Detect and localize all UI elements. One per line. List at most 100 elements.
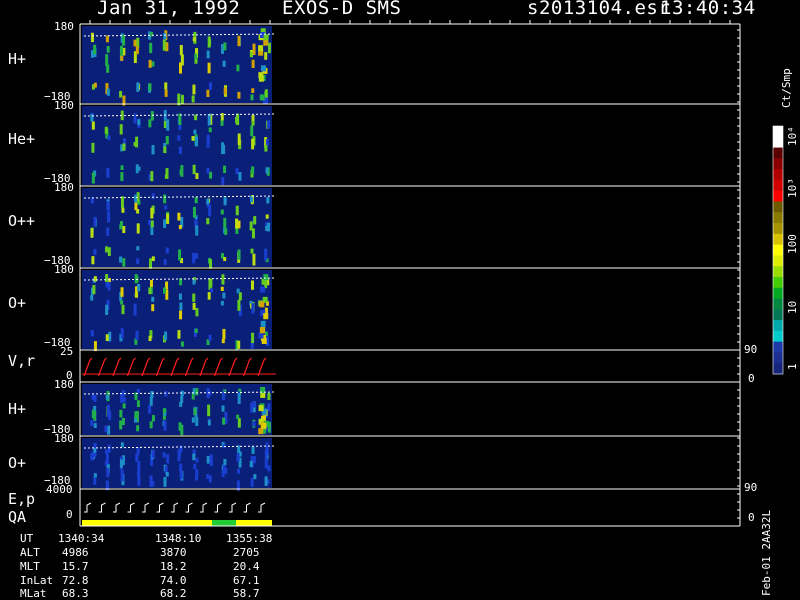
heatmap-cell: [180, 424, 184, 436]
colorbar-segment: [773, 169, 783, 181]
heatmap-cell: [165, 42, 169, 52]
heatmap-cell: [222, 328, 226, 340]
heatmap-cell: [263, 34, 269, 41]
heatmap-cell: [136, 447, 140, 456]
orbit-value: 74.0: [160, 574, 187, 587]
vr-trace-segment: [213, 357, 223, 377]
heatmap-cell: [119, 45, 123, 56]
heatmap-cell: [252, 253, 256, 266]
colorbar-segment: [773, 147, 783, 159]
heatmap-cell: [265, 225, 269, 232]
qa-label: QA: [8, 508, 27, 526]
heatmap-cell: [149, 42, 153, 54]
heatmap-cell: [164, 82, 168, 90]
heatmap-cell: [119, 420, 123, 430]
heatmap-cell: [253, 474, 257, 480]
heatmap-cell: [192, 279, 196, 285]
heatmap-cell: [135, 164, 139, 174]
heatmap-cell: [259, 301, 265, 308]
heatmap-cell: [164, 174, 168, 179]
colorbar-tick-1e3: 10³: [786, 178, 799, 198]
heatmap-cell: [107, 444, 111, 453]
heatmap-cell: [223, 196, 227, 206]
heatmap-cell: [90, 294, 94, 301]
heatmap-cell: [221, 142, 225, 155]
heatmap-cell: [148, 219, 152, 226]
heatmap-cell: [178, 293, 182, 300]
heatmap-cell: [194, 136, 198, 147]
heatmap-cell: [163, 420, 167, 431]
heatmap-cell: [148, 59, 152, 68]
heatmap-cell: [265, 139, 269, 146]
heatmap-cell: [209, 259, 213, 269]
heatmap-cell: [150, 220, 154, 228]
heatmap-cell: [208, 475, 212, 483]
heatmap-cell: [165, 247, 169, 254]
heatmap-cell: [195, 469, 199, 479]
ep-trace-segment: [243, 502, 251, 513]
heatmap-cell: [107, 135, 111, 141]
heatmap-cell: [237, 393, 241, 404]
colorbar-segment: [773, 244, 783, 256]
heatmap-cell: [263, 39, 269, 46]
heatmap-cell: [253, 216, 257, 225]
heatmap-cell: [251, 59, 255, 68]
vr-trace-segment: [184, 357, 194, 377]
heatmap-cell: [179, 310, 183, 320]
heatmap-cell: [122, 34, 126, 46]
heatmap-cell: [137, 284, 141, 292]
colorbar-segment: [773, 309, 783, 321]
heatmap-cell: [93, 473, 97, 478]
panel-label-h-plus-1: H+: [8, 50, 27, 68]
ep-trace-segment: [156, 502, 164, 513]
tick-o1-top: 180: [54, 263, 74, 276]
heatmap-cell: [107, 425, 111, 435]
ep-trace-segment: [258, 502, 266, 513]
orbit-row-name: ALT: [20, 546, 40, 559]
heatmap-cell: [220, 286, 224, 291]
heatmap-cell: [121, 417, 125, 426]
colorbar-segment: [773, 266, 783, 278]
vr-trace-segment: [126, 357, 136, 377]
heatmap-cell: [93, 276, 97, 282]
ep-trace-segment: [98, 502, 106, 513]
heatmap-cell: [122, 143, 126, 151]
color-bar: [772, 125, 784, 375]
heatmap-cell: [90, 114, 94, 122]
orbit-value: 68.3: [62, 587, 89, 600]
heatmap-cell: [149, 396, 153, 406]
heatmap-cell: [93, 423, 97, 428]
heatmap-cell: [193, 463, 197, 470]
footer-id: Feb-01 2AA32L: [760, 509, 773, 596]
heatmap-cell: [177, 330, 181, 339]
colorbar-tick-100: 100: [786, 234, 799, 254]
heatmap-cell: [164, 89, 168, 97]
heatmap-cell: [180, 94, 184, 104]
panel-label-h-plus-2: H+: [8, 400, 27, 418]
heatmap-cell: [163, 194, 167, 204]
heatmap-cell: [252, 421, 256, 427]
heatmap-cell: [221, 470, 225, 477]
heatmap-cell: [91, 172, 95, 184]
heatmap-cell: [119, 409, 123, 418]
panel-label-vr: V,r: [8, 352, 36, 370]
heatmap-cell: [179, 401, 183, 407]
heatmap-cell: [251, 332, 255, 344]
heatmap-cell: [151, 449, 155, 459]
colorbar-segment: [773, 190, 783, 202]
colorbar-segment: [773, 320, 783, 332]
heatmap-cell: [224, 468, 228, 474]
heatmap-cell: [250, 248, 254, 254]
ep-trace-segment: [229, 502, 237, 513]
heatmap-cell: [195, 416, 199, 426]
vr-trace-segment: [257, 357, 267, 377]
heatmap-cell: [195, 172, 199, 180]
heatmap-cell: [249, 51, 253, 58]
heatmap-cell: [93, 44, 97, 55]
heatmap-cell: [251, 88, 255, 93]
heatmap-cell: [221, 274, 225, 285]
heatmap-cell: [134, 411, 138, 420]
heatmap-cell: [261, 422, 267, 429]
heatmap-cell: [208, 391, 212, 396]
heatmap-cell: [151, 61, 155, 67]
